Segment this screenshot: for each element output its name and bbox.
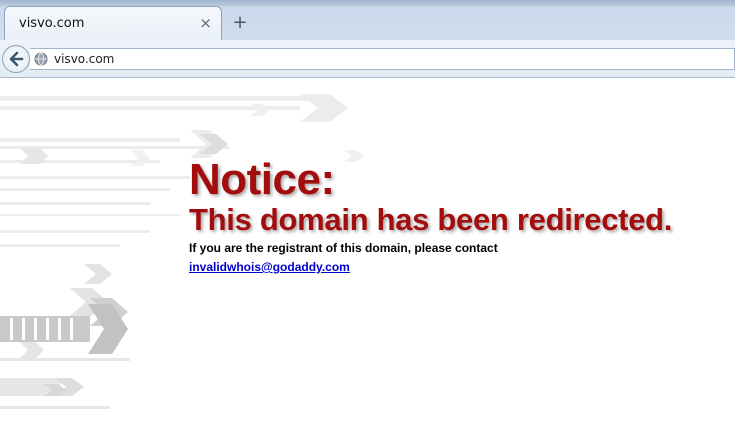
address-bar[interactable]: visvo.com [30,48,735,70]
notice-block: Notice: This domain has been redirected.… [189,158,672,275]
tab-close-icon[interactable]: × [199,14,212,32]
url-text: visvo.com [54,52,115,66]
tab-title: visvo.com [19,16,85,31]
back-arrow-icon [9,51,24,67]
page-content: Notice: This domain has been redirected.… [0,78,735,432]
navigation-bar: visvo.com [0,40,735,78]
notice-heading: Notice: [189,155,335,204]
globe-icon [34,52,48,66]
contact-instructions: If you are the registrant of this domain… [189,241,498,255]
contact-email-link[interactable]: invalidwhois@godaddy.com [189,260,350,274]
browser-tab[interactable]: visvo.com × [4,6,222,40]
redirect-message: This domain has been redirected. [189,202,673,237]
back-button[interactable] [2,45,30,73]
browser-chrome: visvo.com × + visvo.com [0,0,735,78]
new-tab-button[interactable]: + [229,12,251,34]
